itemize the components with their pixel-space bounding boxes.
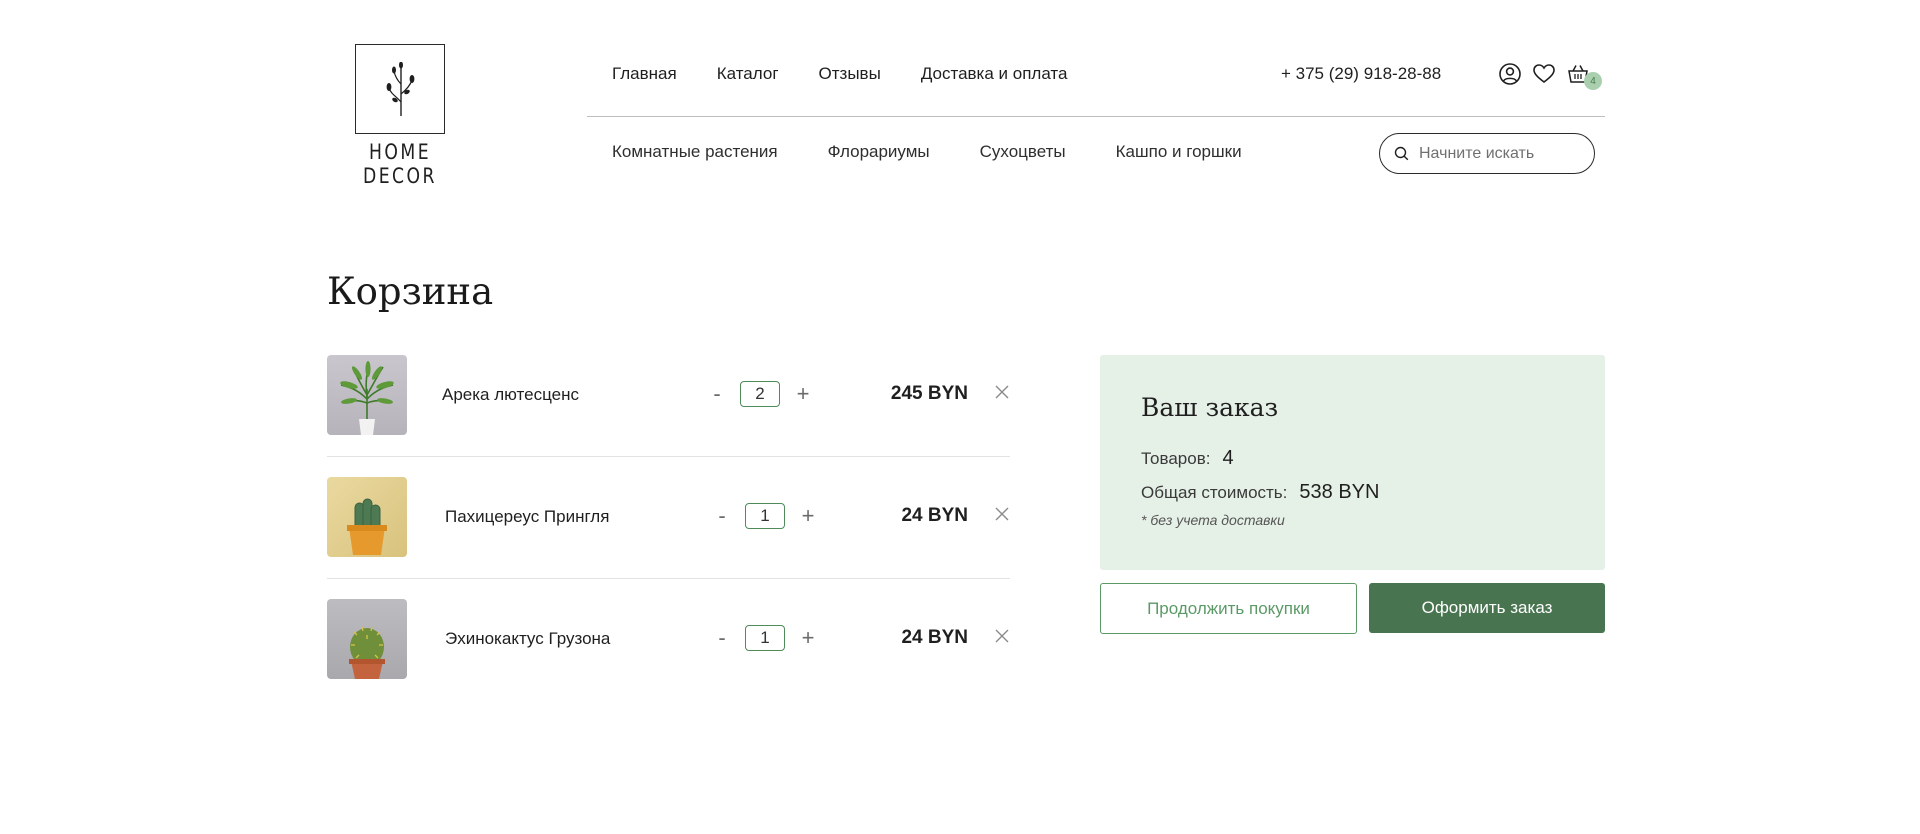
product-name[interactable]: Арека лютесценс [442,385,579,405]
category-florariums[interactable]: Флорариумы [828,142,930,162]
category-nav: Комнатные растения Флорариумы Сухоцветы … [612,142,1242,162]
logo-frame [355,44,445,134]
decrease-button[interactable]: - [712,503,732,529]
increase-button[interactable]: + [798,503,818,529]
category-houseplants[interactable]: Комнатные растения [612,142,778,162]
heart-icon [1533,64,1555,84]
items-count-label: Товаров: [1141,449,1211,468]
header-icons: 4 [1498,62,1602,90]
decrease-button[interactable]: - [707,381,727,407]
phone-number[interactable]: + 375 (29) 918-28-88 [1281,64,1441,84]
checkout-button[interactable]: Оформить заказ [1369,583,1605,633]
quantity-value[interactable]: 2 [740,381,780,407]
item-price: 245 BYN [890,383,968,404]
product-name[interactable]: Эхинокактус Грузона [445,629,610,649]
favorites-button[interactable] [1532,62,1556,86]
search-icon[interactable] [1394,146,1409,161]
nav-item-home[interactable]: Главная [612,64,677,84]
item-price: 24 BYN [901,505,968,526]
cart-button[interactable]: 4 [1566,62,1602,90]
decrease-button[interactable]: - [712,625,732,651]
nav-item-catalog[interactable]: Каталог [717,64,779,84]
category-dried-flowers[interactable]: Сухоцветы [980,142,1066,162]
close-icon[interactable] [993,505,1011,523]
close-icon[interactable] [993,627,1011,645]
user-icon [1499,63,1521,85]
header-divider [587,116,1605,117]
nav-item-reviews[interactable]: Отзывы [819,64,881,84]
search-input[interactable] [1419,144,1579,163]
product-name[interactable]: Пахицереус Прингля [445,507,609,527]
increase-button[interactable]: + [798,625,818,651]
quantity-value[interactable]: 1 [745,503,785,529]
page-title: Корзина [327,270,494,313]
search-box [1379,133,1595,174]
nav-item-delivery[interactable]: Доставка и оплата [921,64,1068,84]
quantity-stepper: - 2 + [707,381,813,407]
main-nav: Главная Каталог Отзывы Доставка и оплата [612,64,1067,84]
item-price: 24 BYN [901,627,968,648]
product-image[interactable] [327,599,407,679]
total-value: 538 BYN [1299,481,1380,503]
row-divider [327,456,1010,457]
cart-count-badge: 4 [1584,72,1602,90]
total-line: Общая стоимость: 538 BYN [1141,481,1379,504]
items-count-line: Товаров: 4 [1141,447,1234,470]
delivery-note: * без учета доставки [1141,512,1285,528]
quantity-stepper: - 1 + [712,625,818,651]
cart-item: Эхинокактус Грузона - 1 + 24 BYN [327,599,1010,681]
account-button[interactable] [1498,62,1522,86]
logo-text: HOME DECOR [362,140,437,188]
cart-item: Пахицереус Прингля - 1 + 24 BYN [327,477,1010,559]
barrel-cactus-image [327,599,407,679]
product-image[interactable] [327,477,407,557]
palm-plant-image [327,355,407,435]
items-count-value: 4 [1222,447,1234,469]
close-icon[interactable] [993,383,1011,401]
quantity-value[interactable]: 1 [745,625,785,651]
category-pots[interactable]: Кашпо и горшки [1116,142,1242,162]
sprig-icon [386,62,415,116]
cactus-image [327,477,407,557]
increase-button[interactable]: + [793,381,813,407]
summary-title: Ваш заказ [1141,393,1279,422]
cart-item: Арека лютесценс - 2 + 245 BYN [327,355,1010,437]
continue-shopping-button[interactable]: Продолжить покупки [1100,583,1357,634]
row-divider [327,578,1010,579]
quantity-stepper: - 1 + [712,503,818,529]
total-label: Общая стоимость: [1141,483,1288,502]
order-summary: Ваш заказ Товаров: 4 Общая стоимость: 53… [1100,355,1605,570]
product-image[interactable] [327,355,407,435]
